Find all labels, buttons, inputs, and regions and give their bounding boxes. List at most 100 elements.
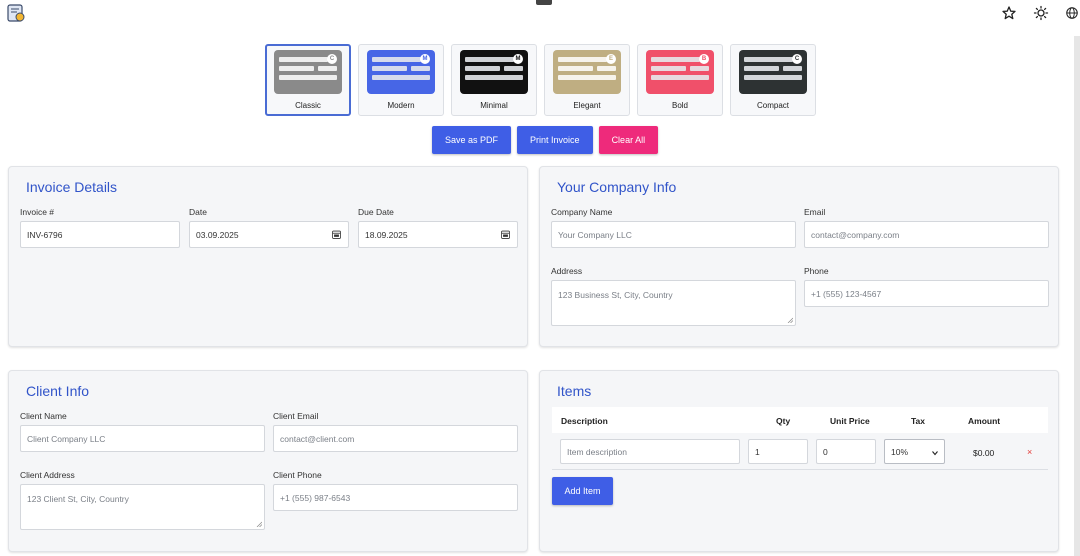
thumbnail-bar — [279, 66, 314, 71]
template-badge: M — [513, 54, 523, 64]
client-email-label: Client Email — [273, 411, 319, 421]
item-description-input[interactable]: Item description — [560, 439, 740, 464]
template-option-compact[interactable]: C Compact — [730, 44, 816, 116]
invoice-details-title: Invoice Details — [26, 179, 118, 195]
template-option-minimal[interactable]: M Minimal — [451, 44, 537, 116]
client-email-input[interactable]: contact@client.com — [273, 425, 518, 452]
thumbnail-bar — [651, 66, 686, 71]
language-globe-icon[interactable] — [1065, 5, 1079, 21]
template-option-elegant[interactable]: E Elegant — [544, 44, 630, 116]
date-input[interactable]: 03.09.2025 — [189, 221, 349, 248]
item-qty-value: 1 — [755, 446, 760, 457]
template-label: Classic — [295, 101, 321, 110]
thumbnail-bar — [279, 57, 328, 62]
client-address-textarea[interactable]: 123 Client St, City, Country — [20, 484, 265, 530]
thumbnail-bar — [504, 66, 523, 71]
template-badge: C — [327, 54, 337, 64]
theme-sun-icon[interactable] — [1033, 5, 1049, 21]
column-header-description: Description — [561, 416, 608, 426]
top-bar — [0, 0, 1080, 26]
invoice-number-value: INV-6796 — [27, 229, 63, 240]
company-info-title: Your Company Info — [557, 179, 677, 195]
app-logo-icon[interactable] — [6, 3, 26, 23]
thumbnail-bar — [690, 66, 709, 71]
star-icon[interactable] — [1001, 5, 1017, 21]
item-qty-input[interactable]: 1 — [748, 439, 808, 464]
thumbnail-bar — [744, 66, 779, 71]
invoice-details-card: Invoice Details Invoice # INV-6796 Date … — [8, 166, 528, 347]
template-badge: B — [699, 54, 709, 64]
date-value: 03.09.2025 — [196, 229, 239, 240]
column-header-qty: Qty — [776, 416, 791, 426]
template-label: Compact — [756, 101, 789, 110]
company-phone-input[interactable]: +1 (555) 123-4567 — [804, 280, 1049, 307]
thumbnail-bar — [372, 57, 421, 62]
thumbnail-bar — [651, 75, 709, 80]
column-header-amount: Amount — [968, 416, 1001, 426]
template-badge: C — [792, 54, 802, 64]
clear-all-button[interactable]: Clear All — [598, 126, 659, 154]
company-email-input[interactable]: contact@company.com — [804, 221, 1049, 248]
thumbnail-bar — [279, 75, 337, 80]
invoice-number-label: Invoice # — [20, 207, 55, 217]
client-phone-input[interactable]: +1 (555) 987-6543 — [273, 484, 518, 511]
company-address-label: Address — [551, 266, 583, 276]
thumbnail-bar — [465, 75, 523, 80]
template-thumbnail: B — [646, 50, 714, 94]
template-badge: E — [606, 54, 616, 64]
save-pdf-button[interactable]: Save as PDF — [432, 126, 512, 154]
due-date-value: 18.09.2025 — [365, 229, 408, 240]
print-invoice-button[interactable]: Print Invoice — [517, 126, 593, 154]
client-name-placeholder: Client Company LLC — [27, 433, 106, 444]
client-phone-label: Client Phone — [273, 470, 322, 480]
company-email-placeholder: contact@company.com — [811, 229, 900, 240]
client-name-label: Client Name — [20, 411, 67, 421]
window-handle — [536, 0, 552, 5]
client-info-card: Client Info Client Name Client Company L… — [8, 370, 528, 552]
template-selector: C Classic M Modern M Minimal E Elegant B Bold C Com… — [265, 44, 816, 116]
template-option-modern[interactable]: M Modern — [358, 44, 444, 116]
thumbnail-bar — [372, 75, 430, 80]
page-scrollbar[interactable] — [1074, 36, 1080, 556]
remove-item-icon[interactable]: × — [1027, 447, 1032, 457]
company-address-textarea[interactable]: 123 Business St, City, Country — [551, 280, 796, 326]
due-date-input[interactable]: 18.09.2025 — [358, 221, 518, 248]
thumbnail-bar — [465, 57, 514, 62]
resize-grip-icon[interactable] — [256, 521, 262, 527]
add-item-button[interactable]: Add Item — [552, 477, 613, 505]
template-label: Minimal — [480, 101, 508, 110]
item-unit-price-input[interactable]: 0 — [816, 439, 876, 464]
items-title: Items — [557, 383, 592, 399]
template-option-bold[interactable]: B Bold — [637, 44, 723, 116]
column-header-unit-price: Unit Price — [830, 416, 870, 426]
item-tax-select[interactable]: 10% — [884, 439, 945, 464]
thumbnail-bar — [372, 66, 407, 71]
invoice-number-input[interactable]: INV-6796 — [20, 221, 180, 248]
client-email-placeholder: contact@client.com — [280, 433, 355, 444]
action-bar: Save as PDF Print Invoice Clear All — [432, 126, 659, 154]
item-unit-price-value: 0 — [823, 446, 828, 457]
resize-grip-icon[interactable] — [787, 317, 793, 323]
template-thumbnail: E — [553, 50, 621, 94]
chevron-down-icon — [932, 451, 938, 456]
template-option-classic[interactable]: C Classic — [265, 44, 351, 116]
template-badge: M — [420, 54, 430, 64]
client-name-input[interactable]: Client Company LLC — [20, 425, 265, 452]
thumbnail-bar — [597, 66, 616, 71]
item-tax-value: 10% — [891, 446, 909, 457]
item-description-placeholder: Item description — [567, 446, 627, 457]
thumbnail-bar — [558, 66, 593, 71]
thumbnail-bar — [558, 75, 616, 80]
calendar-icon[interactable] — [332, 230, 341, 239]
company-name-input[interactable]: Your Company LLC — [551, 221, 796, 248]
thumbnail-bar — [744, 57, 793, 62]
template-label: Modern — [387, 101, 415, 110]
client-address-label: Client Address — [20, 470, 75, 480]
company-email-label: Email — [804, 207, 826, 217]
calendar-icon[interactable] — [501, 230, 510, 239]
client-info-title: Client Info — [26, 383, 90, 399]
item-amount: $0.00 — [973, 448, 995, 458]
thumbnail-bar — [783, 66, 802, 71]
thumbnail-bar — [558, 57, 607, 62]
company-phone-label: Phone — [804, 266, 829, 276]
